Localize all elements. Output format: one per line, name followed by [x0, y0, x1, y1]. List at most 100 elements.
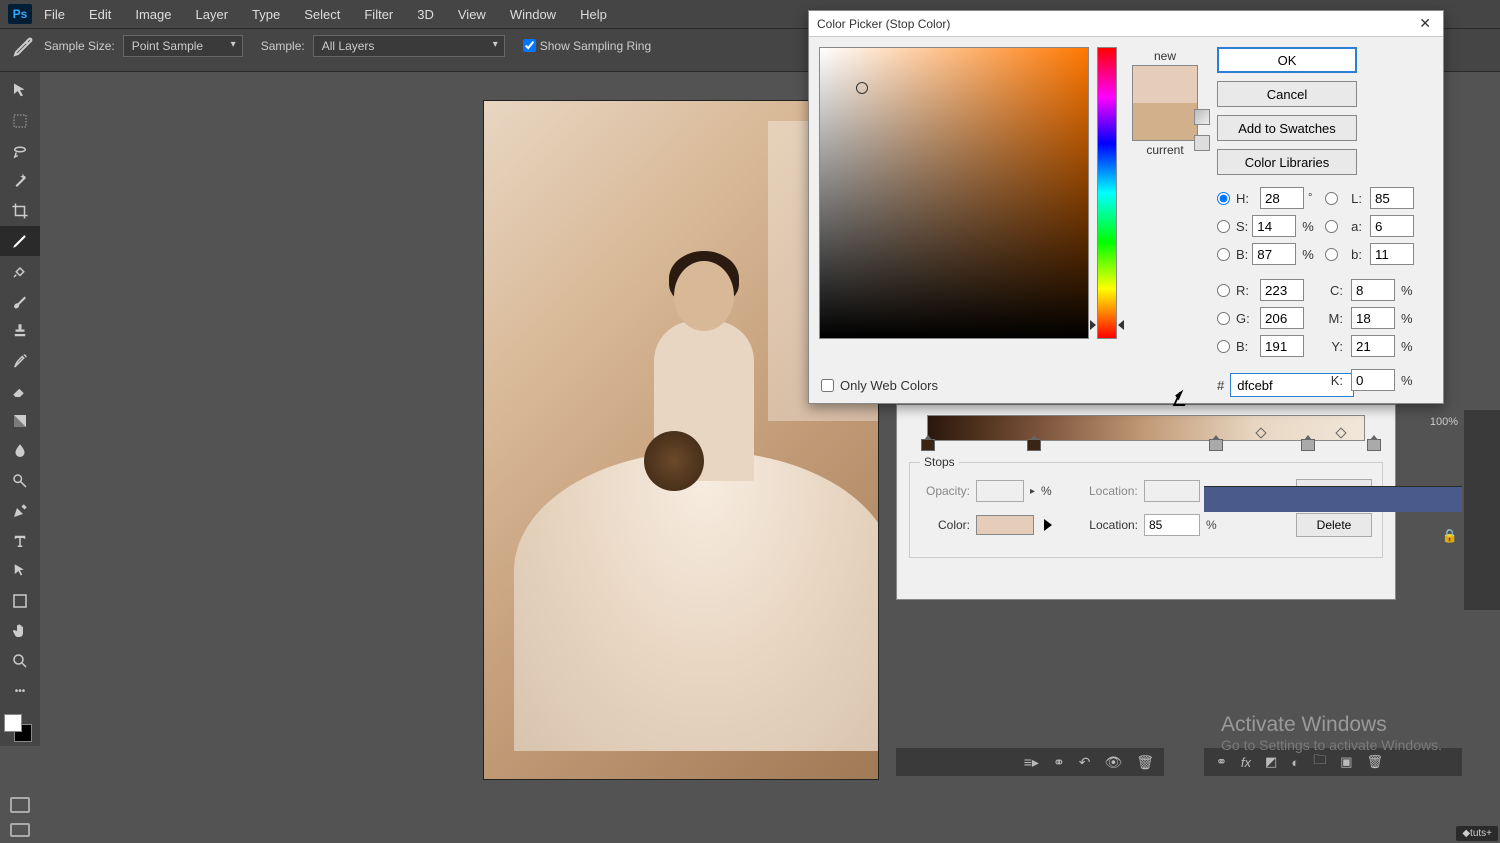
b-hsb-radio[interactable] [1217, 248, 1230, 261]
new-current-swatch[interactable] [1132, 65, 1198, 141]
stamp-tool[interactable] [0, 316, 40, 346]
c-input[interactable] [1351, 279, 1395, 301]
menu-type[interactable]: Type [252, 7, 280, 22]
undo-icon[interactable]: ↶ [1079, 754, 1091, 771]
add-swatches-button[interactable]: Add to Swatches [1217, 115, 1357, 141]
fxbar-icon[interactable]: ≡▸ [1024, 754, 1039, 771]
l-radio[interactable] [1325, 192, 1338, 205]
sv-cursor[interactable] [856, 82, 868, 94]
gradient-stop[interactable] [921, 435, 935, 451]
b-lab-radio[interactable] [1325, 248, 1338, 261]
color-libraries-button[interactable]: Color Libraries [1217, 149, 1357, 175]
saturation-value-field[interactable] [819, 47, 1089, 339]
menu-image[interactable]: Image [135, 7, 171, 22]
y-input[interactable] [1351, 335, 1395, 357]
menu-edit[interactable]: Edit [89, 7, 111, 22]
hue-slider[interactable] [1097, 47, 1117, 339]
gradient-tool[interactable] [0, 406, 40, 436]
link-layers-icon[interactable]: ⚭ [1216, 754, 1227, 770]
color-location-input[interactable] [1144, 514, 1200, 536]
move-tool[interactable] [0, 76, 40, 106]
hand-tool[interactable] [0, 616, 40, 646]
menu-layer[interactable]: Layer [196, 7, 229, 22]
close-icon[interactable]: ✕ [1415, 15, 1435, 32]
menu-select[interactable]: Select [304, 7, 340, 22]
gradient-stop[interactable] [1209, 435, 1223, 451]
visibility-icon[interactable]: 👁 [1104, 754, 1122, 771]
hash-label: # [1217, 378, 1224, 393]
h-radio[interactable] [1217, 192, 1230, 205]
fx-icon[interactable]: fx [1241, 755, 1251, 770]
gradient-stop[interactable] [1367, 435, 1381, 451]
blur-tool[interactable] [0, 436, 40, 466]
color-swatches[interactable] [0, 712, 40, 746]
more-tools[interactable]: ••• [0, 676, 40, 706]
s-input[interactable] [1252, 215, 1296, 237]
stop-color-swatch[interactable] [976, 515, 1034, 535]
mask-icon[interactable]: ◩ [1265, 754, 1277, 770]
b-hsb-input[interactable] [1252, 243, 1296, 265]
color-delete-button[interactable]: Delete [1296, 513, 1372, 537]
k-input[interactable] [1351, 369, 1395, 391]
lasso-tool[interactable] [0, 136, 40, 166]
adjustment-icon[interactable]: ◐ [1291, 755, 1299, 770]
g-radio[interactable] [1217, 312, 1230, 325]
ok-button[interactable]: OK [1217, 47, 1357, 73]
menu-filter[interactable]: Filter [364, 7, 393, 22]
s-radio[interactable] [1217, 220, 1230, 233]
crop-tool[interactable] [0, 196, 40, 226]
dialog-title: Color Picker (Stop Color) [817, 17, 950, 31]
dialog-titlebar[interactable]: Color Picker (Stop Color) ✕ [809, 11, 1443, 37]
menu-window[interactable]: Window [510, 7, 556, 22]
b-lab-input[interactable] [1370, 243, 1414, 265]
gradient-stop[interactable] [1027, 435, 1041, 451]
healing-tool[interactable] [0, 256, 40, 286]
history-brush-tool[interactable] [0, 346, 40, 376]
menu-3d[interactable]: 3D [417, 7, 434, 22]
hue-pointer[interactable] [1092, 320, 1122, 330]
sample-select[interactable]: All Layers [313, 35, 505, 57]
gradient-preview[interactable] [909, 415, 1383, 449]
h-input[interactable] [1260, 187, 1304, 209]
path-select-tool[interactable] [0, 556, 40, 586]
a-input[interactable] [1370, 215, 1414, 237]
b-rgb-input[interactable] [1260, 335, 1304, 357]
websafe-icon[interactable] [1194, 135, 1210, 151]
menu-file[interactable]: File [44, 7, 65, 22]
sample-size-select[interactable]: Point Sample [123, 35, 243, 57]
l-input[interactable] [1370, 187, 1414, 209]
pen-tool[interactable] [0, 496, 40, 526]
type-tool[interactable] [0, 526, 40, 556]
zoom-tool[interactable] [0, 646, 40, 676]
marquee-tool[interactable] [0, 106, 40, 136]
quickmask-icon[interactable] [10, 797, 30, 813]
link-icon[interactable]: ⚭ [1053, 754, 1065, 771]
g-input[interactable] [1260, 307, 1304, 329]
group-icon[interactable]: 🗀 [1313, 751, 1326, 773]
brush-tool[interactable] [0, 286, 40, 316]
eyedropper-tool[interactable] [0, 226, 40, 256]
cancel-button[interactable]: Cancel [1217, 81, 1357, 107]
delete-layer-icon[interactable]: 🗑 [1367, 754, 1384, 770]
new-layer-icon[interactable]: ▣ [1340, 754, 1352, 770]
dodge-tool[interactable] [0, 466, 40, 496]
show-ring-checkbox[interactable] [523, 39, 536, 52]
m-input[interactable] [1351, 307, 1395, 329]
r-radio[interactable] [1217, 284, 1230, 297]
menu-view[interactable]: View [458, 7, 486, 22]
magic-wand-tool[interactable] [0, 166, 40, 196]
pct-label: % [1401, 339, 1413, 354]
layer-row-selected[interactable] [1204, 486, 1462, 512]
screenmode-icon[interactable] [10, 823, 30, 837]
gradient-stop[interactable] [1301, 435, 1315, 451]
r-input[interactable] [1260, 279, 1304, 301]
eraser-tool[interactable] [0, 376, 40, 406]
cube-icon[interactable] [1194, 109, 1210, 125]
web-colors-checkbox[interactable] [821, 379, 834, 392]
menu-help[interactable]: Help [580, 7, 607, 22]
color-menu-arrow[interactable] [1044, 519, 1052, 531]
b-rgb-radio[interactable] [1217, 340, 1230, 353]
shape-tool[interactable] [0, 586, 40, 616]
a-radio[interactable] [1325, 220, 1338, 233]
trash-icon[interactable]: 🗑 [1136, 754, 1154, 771]
